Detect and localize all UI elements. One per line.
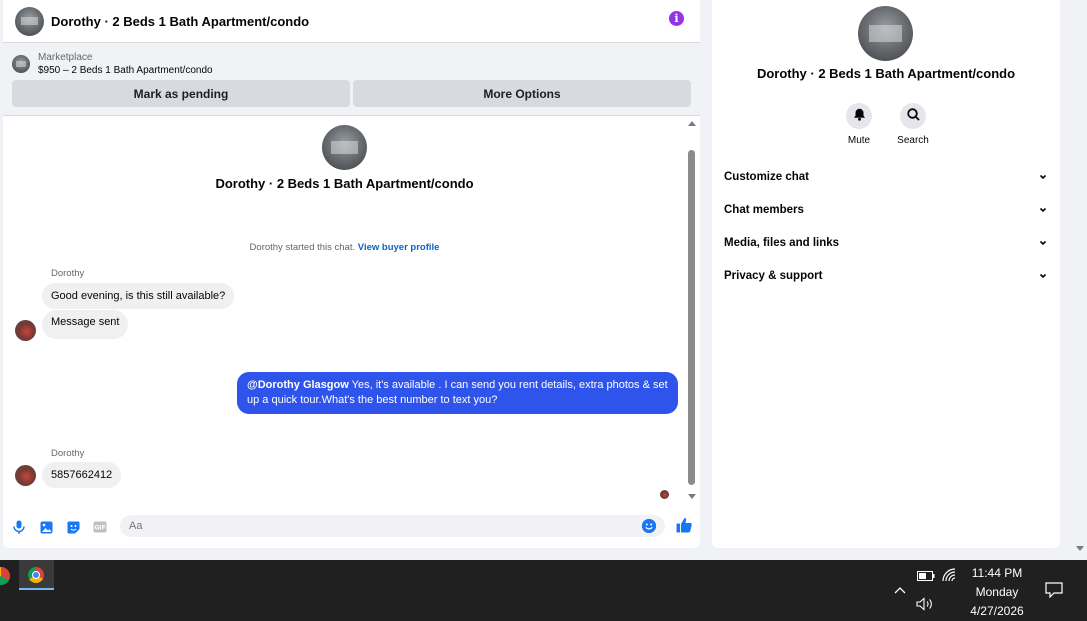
menu-item-label: Privacy & support: [724, 269, 823, 282]
started-text: Dorothy started this chat.: [249, 242, 356, 253]
clock-date: 4/27/2026: [970, 604, 1024, 618]
chat-title[interactable]: Dorothy · 2 Beds 1 Bath Apartment/condo: [51, 14, 309, 29]
mark-as-pending-button[interactable]: Mark as pending: [12, 80, 350, 107]
chevron-down-icon: [1038, 238, 1048, 248]
menu-item-label: Customize chat: [724, 170, 809, 183]
outgoing-message[interactable]: @Dorothy Glasgow Yes, it's available . I…: [237, 372, 678, 414]
svg-text:GIF: GIF: [94, 525, 105, 532]
notification-center-icon[interactable]: [1045, 582, 1063, 599]
chevron-down-icon: [1038, 205, 1048, 215]
listing-thumbnail: [12, 55, 30, 73]
chat-intro: Dorothy · 2 Beds 1 Bath Apartment/condo: [3, 125, 686, 191]
page-scroll-down-arrow[interactable]: [1076, 546, 1084, 551]
mention[interactable]: @Dorothy Glasgow: [247, 379, 349, 391]
view-buyer-profile-link[interactable]: View buyer profile: [358, 242, 440, 253]
sticker-icon[interactable]: [66, 520, 80, 534]
intro-avatar[interactable]: [322, 125, 367, 170]
intro-name: Dorothy · 2 Beds 1 Bath Apartment/condo: [215, 176, 474, 191]
marketplace-listing[interactable]: Marketplace $950 – 2 Beds 1 Bath Apartme…: [3, 43, 700, 77]
chevron-down-icon: [1038, 172, 1048, 182]
listing-price: $950 – 2 Beds 1 Bath Apartment/condo: [38, 65, 213, 76]
message-list[interactable]: Dorothy · 2 Beds 1 Bath Apartment/condo …: [3, 117, 700, 507]
scroll-down-arrow[interactable]: [688, 494, 696, 499]
composer: GIF: [3, 507, 700, 547]
scroll-up-arrow[interactable]: [688, 121, 696, 126]
chat-details-panel: Dorothy · 2 Beds 1 Bath Apartment/condo …: [712, 0, 1060, 548]
menu-chat-members[interactable]: Chat members: [712, 193, 1060, 226]
message-scrollbar[interactable]: [687, 117, 697, 503]
system-clock[interactable]: 11:44 PM Monday 4/27/2026: [962, 564, 1032, 621]
message-input[interactable]: [129, 520, 642, 532]
menu-media-files-links[interactable]: Media, files and links: [712, 226, 1060, 259]
marketplace-bar: Marketplace $950 – 2 Beds 1 Bath Apartme…: [3, 43, 700, 116]
menu-customize-chat[interactable]: Customize chat: [712, 160, 1060, 193]
bell-icon: [853, 108, 866, 124]
mic-icon[interactable]: [12, 520, 26, 534]
incoming-message[interactable]: Good evening, is this still available?: [42, 283, 235, 309]
details-menu: Customize chat Chat members Media, files…: [712, 160, 1060, 292]
volume-icon[interactable]: [916, 597, 934, 614]
clock-day: Monday: [975, 585, 1019, 599]
chat-panel: Dorothy · 2 Beds 1 Bath Apartment/condo …: [3, 0, 700, 548]
chrome-icon: [28, 567, 44, 583]
search-button[interactable]: Search: [897, 103, 929, 146]
thumbs-up-icon[interactable]: [676, 517, 692, 533]
search-icon: [906, 108, 920, 124]
emoji-icon[interactable]: [642, 519, 656, 533]
menu-item-label: Chat members: [724, 203, 804, 216]
chat-started-notice: Dorothy started this chat. View buyer pr…: [3, 242, 686, 253]
incoming-message[interactable]: Message sent: [42, 310, 129, 339]
active-indicator: [19, 588, 54, 590]
chevron-down-icon: [1038, 271, 1048, 281]
message-sender: Dorothy: [51, 268, 85, 279]
chat-avatar[interactable]: [15, 6, 44, 36]
seen-indicator-avatar: [660, 490, 669, 499]
gif-icon[interactable]: GIF: [93, 520, 107, 534]
chrome-taskbar-button[interactable]: [19, 560, 54, 590]
search-label: Search: [897, 135, 929, 146]
incoming-message[interactable]: 5857662412: [42, 462, 122, 488]
battery-icon[interactable]: [917, 570, 935, 584]
wifi-icon[interactable]: [942, 568, 958, 585]
taskbar: 11:44 PM Monday 4/27/2026: [0, 560, 1087, 621]
scroll-thumb[interactable]: [688, 150, 695, 485]
marketplace-label: Marketplace: [38, 52, 93, 63]
clock-time: 11:44 PM: [971, 566, 1023, 580]
info-icon[interactable]: i: [669, 11, 684, 26]
message-sender: Dorothy: [51, 448, 85, 459]
mute-button[interactable]: Mute: [845, 103, 873, 146]
sender-avatar[interactable]: [15, 320, 36, 341]
details-name: Dorothy · 2 Beds 1 Bath Apartment/condo: [756, 66, 1016, 81]
chat-header: Dorothy · 2 Beds 1 Bath Apartment/condo …: [3, 0, 700, 43]
taskbar-app-icon[interactable]: [0, 567, 10, 585]
sender-avatar[interactable]: [15, 465, 36, 486]
menu-privacy-support[interactable]: Privacy & support: [712, 259, 1060, 292]
more-options-button[interactable]: More Options: [353, 80, 691, 107]
message-input-container[interactable]: [120, 515, 665, 537]
menu-item-label: Media, files and links: [724, 236, 840, 249]
chevron-up-icon[interactable]: [893, 584, 907, 598]
details-avatar[interactable]: [858, 6, 913, 61]
mute-label: Mute: [847, 135, 871, 146]
image-icon[interactable]: [39, 520, 53, 534]
